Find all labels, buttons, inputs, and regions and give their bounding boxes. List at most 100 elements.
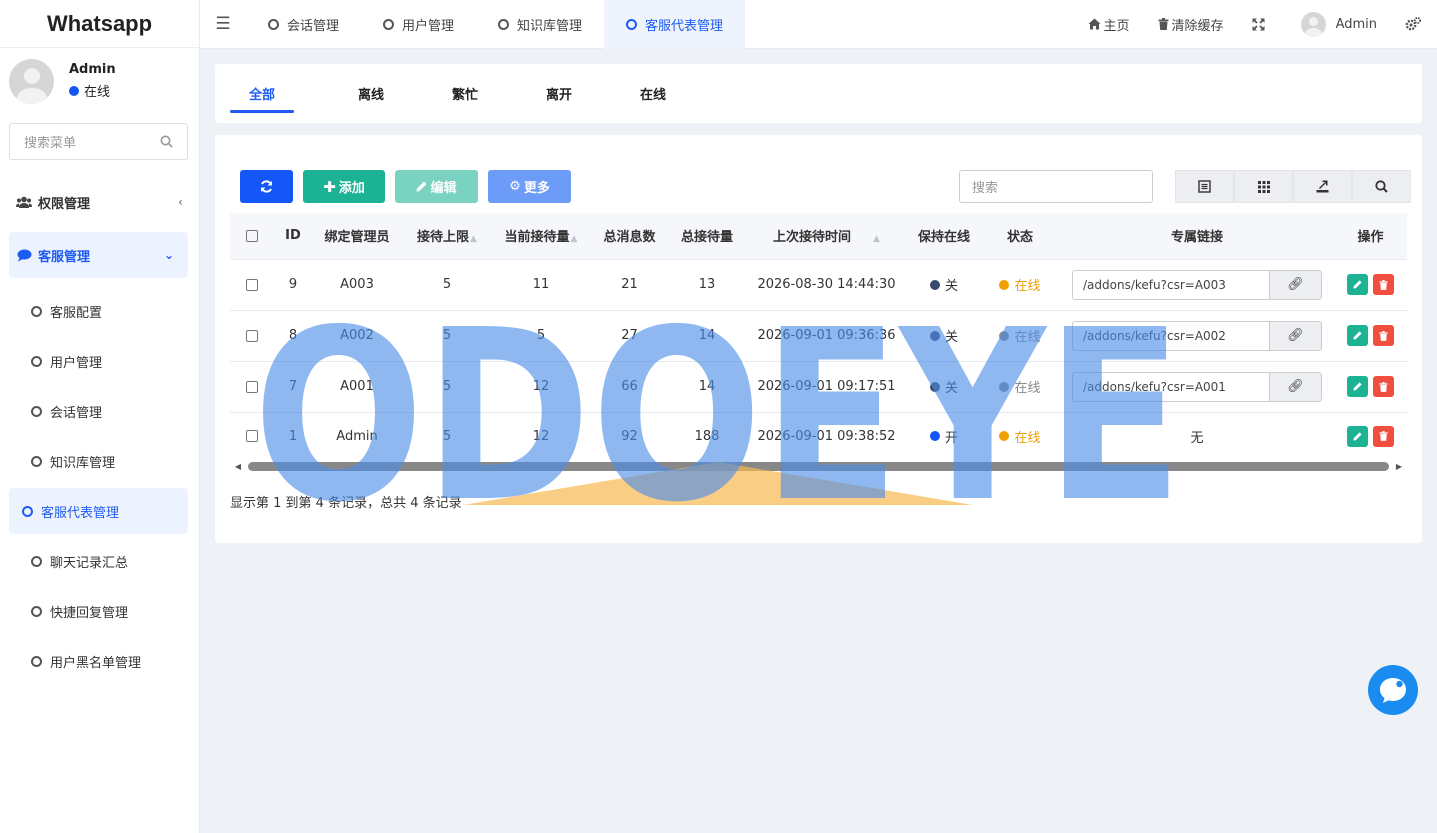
cell-status: 在线 [980, 309, 1060, 361]
col-limit[interactable]: 接待上限▲︎ [402, 213, 492, 259]
table-row[interactable]: 7 A001 5 12 66 14 2026-09-01 09:17:51 关 … [230, 360, 1407, 412]
home-link[interactable]: 主页 [1074, 15, 1144, 34]
sidebar-item-chat-records[interactable]: 聊天记录汇总 [9, 538, 188, 584]
clear-cache-button[interactable]: 清除缓存 [1144, 15, 1238, 34]
filter-tab-all[interactable]: 全部 [230, 64, 294, 123]
row-delete-button[interactable] [1373, 274, 1394, 295]
sidebar-item-quick-replies[interactable]: 快捷回复管理 [9, 588, 188, 634]
table-row[interactable]: 9 A003 5 11 21 13 2026-08-30 14:44:30 关 … [230, 258, 1407, 310]
cell-keep-online[interactable]: 开 [908, 411, 980, 460]
sidebar-item-agents[interactable]: 客服代表管理 [9, 488, 188, 534]
col-actions: 操作 [1334, 213, 1407, 259]
row-checkbox[interactable] [246, 329, 258, 342]
keep-label: 关 [944, 381, 958, 396]
sidebar-item-sessions[interactable]: 会话管理 [9, 388, 188, 434]
sidebar-item-users[interactable]: 用户管理 [9, 338, 188, 384]
edit-button[interactable]: 编辑 [395, 170, 478, 203]
status-label: 在线 [1014, 430, 1041, 446]
chevron-down-icon: ⌄ [163, 248, 174, 262]
col-total[interactable]: 总接待量 [669, 213, 745, 259]
cell-keep-online[interactable]: 关 [908, 309, 980, 361]
row-edit-button[interactable] [1347, 274, 1368, 295]
filter-tab-away[interactable]: 离开 [512, 64, 606, 123]
columns-button[interactable] [1234, 170, 1293, 203]
sidebar-item-blacklist[interactable]: 用户黑名单管理 [9, 638, 188, 684]
sidebar-group-permissions[interactable]: 权限管理 ‹ [0, 182, 199, 222]
chevron-left-icon: ‹ [178, 195, 183, 209]
col-link[interactable]: 专属链接 [1060, 213, 1334, 259]
filter-tab-busy[interactable]: 繁忙 [418, 64, 512, 123]
table-row[interactable]: 8 A002 5 5 27 14 2026-09-01 09:36:36 关 在… [230, 309, 1407, 361]
select-all-checkbox[interactable] [246, 229, 258, 242]
add-button[interactable]: ✚ 添加 [303, 170, 385, 203]
table-row[interactable]: 1 Admin 5 12 92 188 2026-09-01 09:38:52 … [230, 411, 1407, 460]
row-delete-button[interactable] [1373, 325, 1394, 346]
export-button[interactable] [1293, 170, 1352, 203]
filter-tab-online[interactable]: 在线 [606, 64, 700, 123]
link-input[interactable]: /addons/kefu?csr=A001 [1073, 373, 1269, 401]
copy-link-button[interactable]: 🔗︎ [1269, 270, 1321, 299]
sidebar-item-knowledge[interactable]: 知识库管理 [9, 438, 188, 484]
row-delete-button[interactable] [1373, 425, 1394, 447]
row-checkbox[interactable] [246, 278, 258, 291]
cell-status: 在线 [980, 360, 1060, 412]
app-logo[interactable]: Whatsapp [0, 0, 199, 48]
avatar [9, 58, 54, 104]
tab-label: 用户管理 [402, 18, 455, 34]
refresh-button[interactable] [240, 170, 293, 203]
sidebar-item-label: 用户管理 [50, 355, 103, 371]
keep-label: 关 [944, 330, 958, 345]
search-menu-placeholder: 搜索菜单 [24, 136, 77, 151]
sort-icon: ▲︎ [873, 234, 880, 245]
row-edit-button[interactable] [1347, 325, 1368, 346]
link-input[interactable]: /addons/kefu?csr=A002 [1073, 322, 1269, 350]
tab-agents[interactable]: 客服代表管理 [604, 0, 746, 49]
col-current[interactable]: 当前接待量▲︎ [492, 213, 590, 259]
circle-icon [31, 355, 42, 367]
col-admin[interactable]: 绑定管理员 [312, 213, 402, 259]
admin-menu[interactable]: Admin [1279, 11, 1391, 37]
copy-link-button[interactable]: 🔗︎ [1269, 372, 1321, 401]
filter-tab-offline[interactable]: 离线 [324, 64, 418, 123]
horizontal-scrollbar[interactable]: ◀ ▶ [230, 458, 1407, 474]
tab-knowledge[interactable]: 知识库管理 [476, 0, 604, 49]
col-keep-online[interactable]: 保持在线 [908, 213, 980, 259]
hamburger-menu-icon[interactable]: ☰ [200, 14, 246, 34]
settings-button[interactable] [1391, 17, 1437, 31]
col-status[interactable]: 状态 [980, 213, 1060, 259]
table-search-input[interactable]: 搜索 [959, 170, 1153, 203]
copy-link-button[interactable]: 🔗︎ [1269, 321, 1321, 350]
sidebar-item-label: 客服配置 [50, 305, 103, 321]
tab-sessions[interactable]: 会话管理 [246, 0, 361, 49]
cell-keep-online[interactable]: 关 [908, 360, 980, 412]
chat-float-button[interactable] [1368, 665, 1418, 715]
row-delete-button[interactable] [1373, 376, 1394, 397]
circle-icon [383, 18, 395, 30]
cell-messages: 27 [590, 309, 669, 361]
search-menu-input[interactable]: 搜索菜单 [9, 123, 188, 160]
row-edit-button[interactable] [1347, 376, 1368, 397]
row-checkbox[interactable] [246, 380, 258, 393]
col-last-time[interactable]: 上次接待时间 ▲︎ [745, 213, 908, 259]
more-button[interactable]: ⚙ 更多 [488, 170, 571, 203]
row-checkbox[interactable] [246, 430, 258, 443]
scrollbar-thumb[interactable] [248, 461, 1389, 471]
cell-link: /addons/kefu?csr=A001 🔗︎ [1060, 360, 1334, 412]
keep-dot-icon [929, 330, 940, 341]
sidebar-nav: 权限管理 ‹ 客服管理 ⌄ 客服配置 用户管理 会话管理 知识库管理 客服代表管… [0, 182, 199, 684]
col-messages[interactable]: 总消息数 [590, 213, 669, 259]
keep-dot-icon [929, 431, 940, 442]
advanced-search-button[interactable] [1352, 170, 1411, 203]
col-id[interactable]: ID [274, 213, 312, 259]
scroll-right-icon[interactable]: ▶ [1391, 462, 1407, 471]
sidebar-group-customer-service[interactable]: 客服管理 ⌄ [9, 232, 188, 278]
tab-users[interactable]: 用户管理 [361, 0, 476, 49]
toggle-view-button[interactable] [1175, 170, 1234, 203]
fullscreen-button[interactable] [1238, 18, 1279, 31]
gear-icon: ⚙ [509, 179, 521, 194]
row-edit-button[interactable] [1347, 425, 1368, 447]
cell-keep-online[interactable]: 关 [908, 258, 980, 310]
link-input[interactable]: /addons/kefu?csr=A003 [1073, 271, 1269, 299]
scroll-left-icon[interactable]: ◀ [230, 462, 246, 471]
sidebar-item-kefu-config[interactable]: 客服配置 [9, 288, 188, 334]
